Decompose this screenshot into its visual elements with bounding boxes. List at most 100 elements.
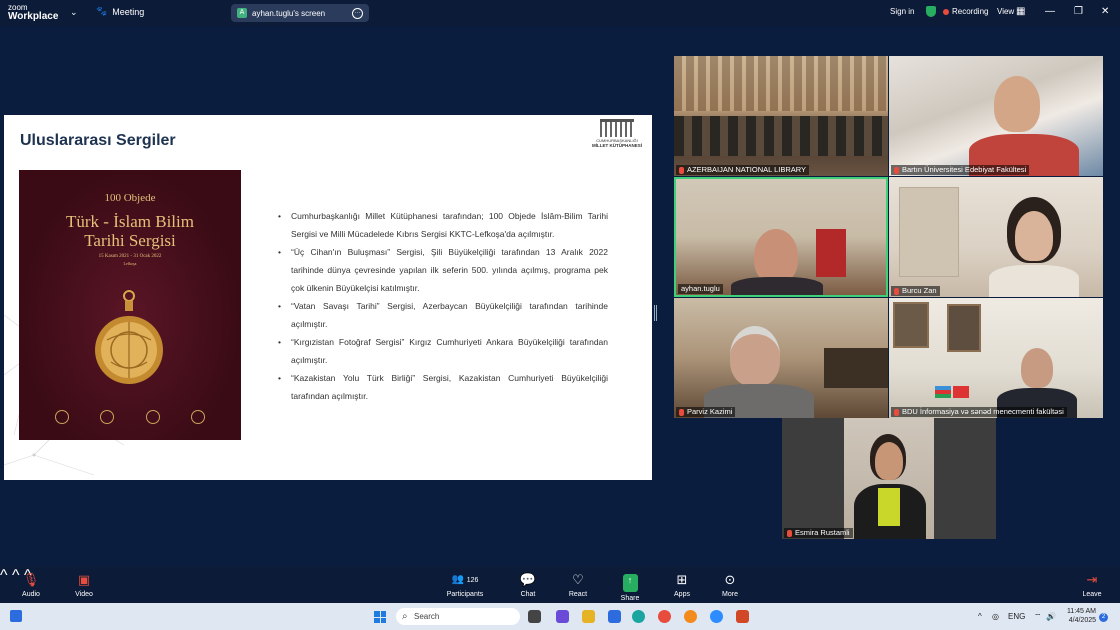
sponsor-logo-icon (55, 410, 69, 424)
video-label: Video (75, 591, 93, 598)
flag-background (816, 229, 846, 277)
flag-icon (935, 386, 951, 398)
participant-face (754, 229, 798, 283)
tray-chevron-icon[interactable]: ^ (978, 612, 982, 621)
apps-grid-icon: ⊞ (676, 572, 688, 587)
participants-button[interactable]: 👥 126 Participants (440, 567, 490, 598)
notification-badge[interactable]: 2 (1099, 613, 1108, 622)
minimize-icon[interactable]: — (1045, 6, 1055, 17)
meeting-tab[interactable]: 🐾 Meeting (96, 6, 144, 17)
video-tile-bdu-faculty[interactable]: BDU İnformasiya və sənəd menecmenti fakü… (889, 298, 1103, 418)
chevron-down-icon[interactable]: ⌄ (70, 7, 78, 18)
share-arrow-icon: ↑ (622, 574, 638, 592)
slide-title: Uluslararası Sergiler (20, 132, 176, 149)
task-view-icon[interactable] (528, 610, 541, 623)
participant-name-tag: ayhan.tuglu (678, 284, 723, 294)
logo-line2: Workplace (8, 11, 59, 22)
participant-name-tag: Burcu Zan (891, 286, 940, 296)
participants-label: Participants (446, 591, 484, 598)
poster-place: Lefkoşa (123, 261, 137, 266)
frame-background (899, 187, 959, 277)
mail-icon[interactable] (608, 610, 621, 623)
video-tile-esmira-rustamli[interactable]: Esmira Rustamli (782, 418, 996, 539)
firefox-icon[interactable] (684, 610, 697, 623)
taskbar-clock[interactable]: 11:45 AM 4/4/2025 (1066, 607, 1096, 625)
chrome-icon[interactable] (658, 610, 671, 623)
participant-name-tag: Parviz Kazimi (676, 407, 736, 417)
sponsor-logo-icon (145, 410, 160, 424)
audio-button[interactable]: 🎙 Audio (6, 567, 56, 598)
apps-button[interactable]: ⊞ Apps (657, 567, 707, 598)
bullet-item: “Kazakistan Yolu Türk Birliği” Sergisi, … (278, 369, 608, 405)
poster-line2: Türk - İslam Bilim (66, 212, 194, 231)
sponsor-logo-icon (100, 410, 115, 424)
participant-face (875, 442, 903, 480)
exhibition-bullet-list: Cumhurbaşkanlığı Millet Kütüphanesi tara… (278, 207, 608, 405)
muted-mic-icon (679, 166, 684, 174)
split-view-handle[interactable] (654, 305, 657, 321)
muted-mic-icon (894, 166, 899, 174)
screen-share-pill[interactable]: A ayhan.tuglu's screen ··· (231, 4, 369, 22)
video-tile-burcu-zan[interactable]: Burcu Zan (889, 177, 1103, 297)
leave-icon: ⇥ (1086, 572, 1098, 587)
participant-torso (989, 265, 1079, 297)
windows-start-icon[interactable] (374, 611, 386, 623)
powerpoint-icon[interactable] (736, 610, 749, 623)
file-explorer-icon[interactable] (582, 610, 595, 623)
participant-name: ayhan.tuglu (681, 284, 720, 293)
share-button[interactable]: ↑ Share (605, 567, 655, 602)
participant-face (994, 76, 1040, 132)
maximize-icon[interactable]: ❐ (1074, 6, 1083, 17)
shelf-background (674, 56, 888, 111)
poster-sponsor-logos (55, 410, 205, 424)
clock-time: 11:45 AM (1066, 608, 1096, 615)
taskbar-search-input[interactable]: Search (396, 608, 520, 625)
volume-icon[interactable]: 🔊 (1046, 612, 1056, 621)
edge-icon[interactable] (632, 610, 645, 623)
muted-mic-icon (787, 529, 792, 537)
recording-label: Recording (952, 7, 989, 16)
sign-in-link[interactable]: Sign in (890, 7, 914, 16)
bullet-item: Cumhurbaşkanlığı Millet Kütüphanesi tara… (278, 207, 608, 243)
chat-icon: 💬 (519, 572, 537, 587)
widgets-icon[interactable] (10, 610, 22, 622)
poster-line3: Tarihi Sergisi (84, 231, 176, 250)
leave-button[interactable]: ⇥ Leave (1067, 567, 1117, 598)
chat-button[interactable]: 💬 Chat (503, 567, 553, 598)
paw-icon: 🐾 (96, 6, 108, 16)
more-button[interactable]: ⊙ More (705, 567, 755, 598)
more-options-icon[interactable]: ··· (352, 7, 363, 19)
language-indicator[interactable]: ENG (1008, 612, 1025, 621)
video-tile-bartin-university[interactable]: Bartın Üniversitesi Edebiyat Fakültesi (889, 56, 1103, 176)
wifi-icon[interactable]: ⌔ (1034, 612, 1042, 622)
zoom-workplace-logo[interactable]: zoom Workplace (8, 3, 68, 22)
participants-icon: 👥 126 (451, 574, 479, 585)
participant-name-tag: Esmira Rustamli (784, 528, 853, 538)
video-button[interactable]: ▣ Video (59, 567, 109, 598)
flag-icon (953, 386, 969, 398)
video-tile-parviz-kazimi[interactable]: Parviz Kazimi (674, 298, 888, 418)
bullet-item: “Vatan Savaşı Tarihi” Sergisi, Azerbayca… (278, 297, 608, 333)
participant-name: Esmira Rustamli (795, 528, 850, 537)
building-icon (600, 119, 634, 137)
video-tile-azerbaijan-library[interactable]: AZERBAIJAN NATIONAL LIBRARY (674, 56, 888, 176)
participant-face (1015, 211, 1053, 261)
view-button[interactable]: View (997, 7, 1014, 16)
participant-face (1021, 348, 1053, 388)
portrait-frame (893, 302, 929, 348)
library-logo-line2: MİLLET KÜTÜPHANESİ (592, 143, 642, 148)
react-label: React (568, 591, 588, 598)
grid-icon[interactable]: ▦ (1016, 6, 1025, 17)
audio-label: Audio (22, 591, 40, 598)
zoom-icon[interactable] (710, 610, 723, 623)
meeting-tab-label: Meeting (112, 6, 145, 17)
react-button[interactable]: ♡ React (553, 567, 603, 598)
participant-name: BDU İnformasiya və sənəd menecmenti fakü… (902, 407, 1064, 416)
close-icon[interactable]: ✕ (1101, 6, 1109, 17)
clock-date: 4/4/2025 (1068, 617, 1096, 624)
network-icon[interactable]: ◎ (992, 612, 999, 621)
security-shield-icon[interactable] (926, 6, 936, 17)
teams-icon[interactable] (556, 610, 569, 623)
video-tile-ayhan-tuglu[interactable]: ayhan.tuglu (674, 177, 888, 297)
muted-mic-icon (894, 408, 899, 416)
